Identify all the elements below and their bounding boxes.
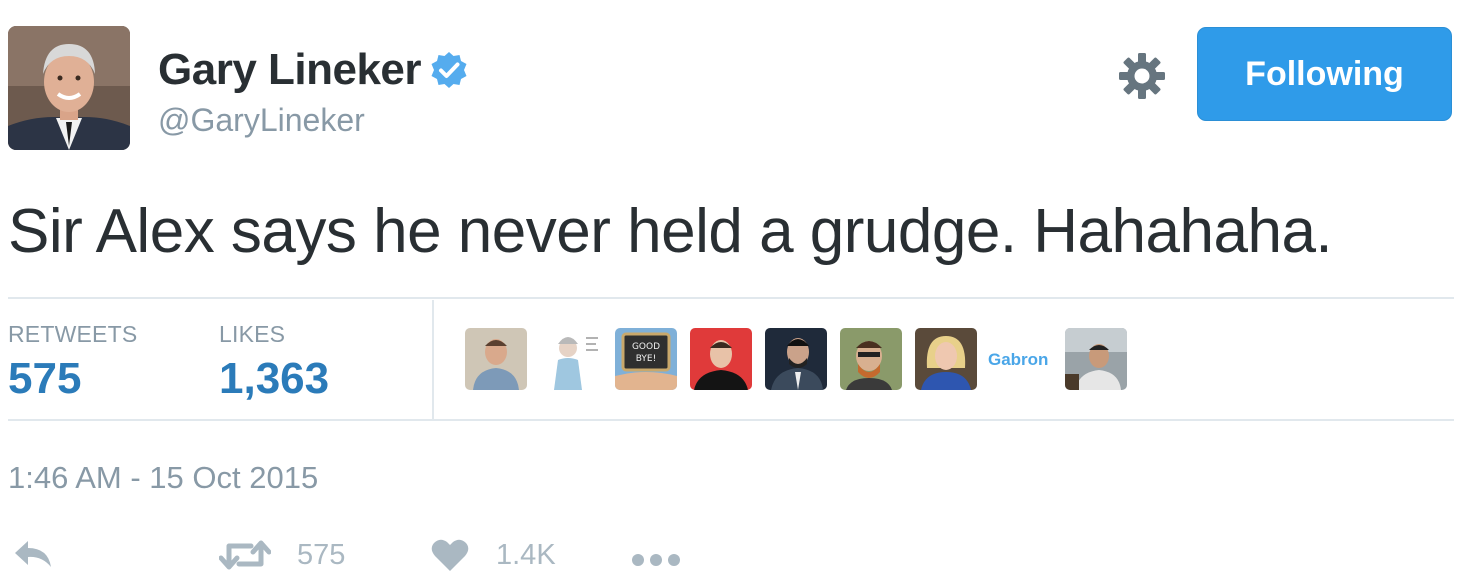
retweets-stat[interactable]: RETWEETS 575 — [8, 320, 137, 404]
like-button[interactable]: 1.4K — [430, 538, 556, 572]
stats-bottom-divider — [8, 419, 1454, 421]
likes-stat[interactable]: LIKES 1,363 — [219, 320, 329, 404]
author-name[interactable]: Gary Lineker — [158, 44, 422, 96]
gear-icon[interactable] — [1116, 50, 1168, 102]
retweets-count: 575 — [8, 354, 82, 403]
retweets-label: RETWEETS — [8, 321, 138, 347]
liked-by-avatar[interactable] — [540, 328, 602, 390]
retweet-button[interactable]: 575 — [219, 538, 345, 572]
liked-by-avatar[interactable] — [690, 328, 752, 390]
liked-by-avatar[interactable] — [465, 328, 527, 390]
more-button[interactable] — [630, 552, 682, 568]
stats-vertical-divider — [432, 300, 434, 419]
heart-icon — [430, 538, 470, 572]
tweet-timestamp[interactable]: 1:46 AM - 15 Oct 2015 — [8, 458, 318, 498]
stats-top-divider — [8, 297, 1454, 299]
more-icon — [630, 552, 682, 568]
author-avatar[interactable] — [8, 26, 130, 150]
verified-badge-icon — [429, 50, 469, 90]
reply-icon — [12, 538, 54, 570]
tweet-text: Sir Alex says he never held a grudge. Ha… — [8, 197, 1333, 266]
chalkboard-line-2: BYE! — [636, 354, 656, 364]
liked-by-avatar[interactable] — [765, 328, 827, 390]
chalkboard-line-1: GOOD — [632, 342, 660, 352]
liked-by-avatar[interactable] — [915, 328, 977, 390]
liked-by-avatar[interactable]: GOOD BYE! — [615, 328, 677, 390]
retweet-count: 575 — [297, 538, 346, 571]
liked-by-text-avatar[interactable]: Gabron — [988, 345, 1048, 375]
retweet-icon — [219, 538, 271, 572]
author-name-row: Gary Lineker — [158, 44, 469, 96]
likes-label: LIKES — [219, 321, 286, 347]
liked-by-avatar[interactable] — [840, 328, 902, 390]
liked-by-avatar[interactable] — [1065, 328, 1127, 390]
following-button[interactable]: Following — [1197, 27, 1452, 121]
reply-button[interactable] — [12, 538, 54, 570]
author-handle[interactable]: @GaryLineker — [158, 100, 365, 140]
like-count: 1.4K — [496, 538, 556, 571]
likes-count: 1,363 — [219, 354, 330, 403]
